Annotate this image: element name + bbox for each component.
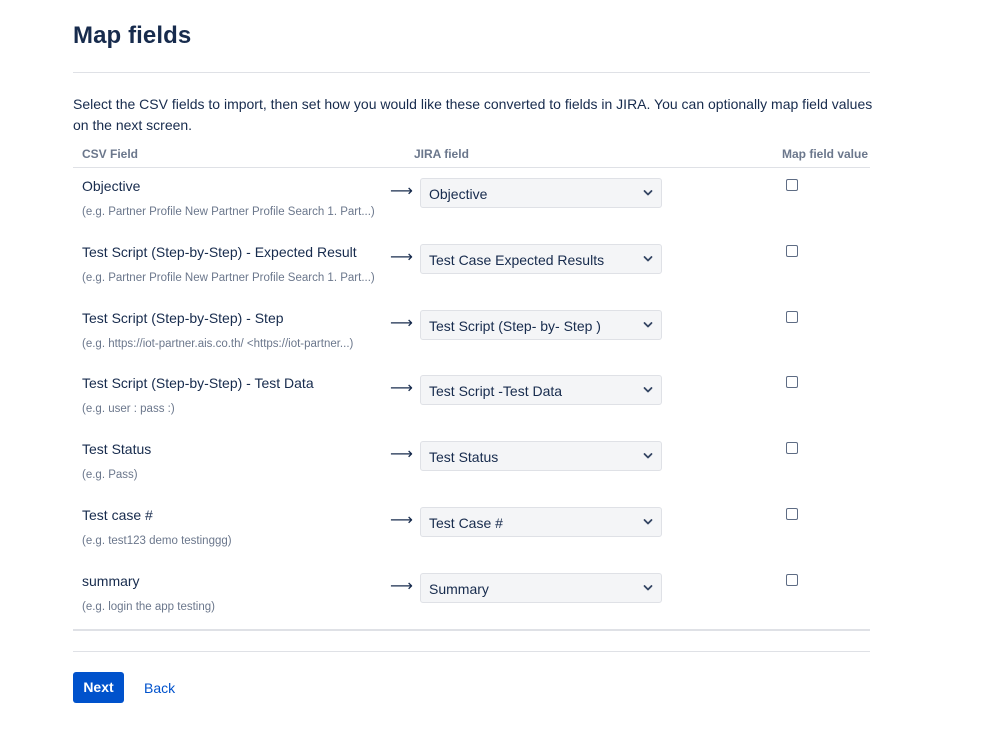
chevron-down-icon [643,190,653,196]
map-field-value-checkbox[interactable] [786,179,798,191]
jira-field-select-value: Test Script -Test Data [429,383,563,399]
csv-field-example: (e.g. https://iot-partner.ais.co.th/ <ht… [82,338,354,350]
jira-field-select-value: Test Status [429,449,499,465]
map-field-value-checkbox[interactable] [786,311,798,323]
title-divider [73,72,870,73]
csv-field-example: (e.g. Pass) [82,469,138,481]
chevron-down-icon [643,387,653,393]
arrow-right-icon: ⟶ [390,380,413,397]
csv-field-name: summary [82,573,140,589]
arrow-right-icon: ⟶ [390,512,413,529]
map-field-value-checkbox[interactable] [786,442,798,454]
page-description: Select the CSV fields to import, then se… [73,96,873,133]
mapping-row: Test Script (Step-by-Step) - Expected Re… [73,234,870,300]
map-field-value-checkbox[interactable] [786,508,798,520]
map-field-value-checkbox[interactable] [786,376,798,388]
chevron-down-icon [643,519,653,525]
mapping-row: Test Script (Step-by-Step) - Step (e.g. h… [73,300,870,366]
csv-field-name: Test case # [82,507,153,523]
chevron-down-icon [643,256,653,262]
jira-field-select-value: Test Case # [429,515,503,531]
next-button[interactable]: Next [73,672,124,703]
column-header-csv-field: CSV Field [82,147,139,161]
actions-divider [73,651,870,652]
jira-field-select[interactable]: Test Script -Test Data [420,375,662,405]
map-field-value-checkbox[interactable] [786,245,798,257]
jira-field-select[interactable]: Summary [420,573,662,603]
back-link[interactable]: Back [144,680,175,696]
jira-field-select[interactable]: Test Script (Step- by- Step ) [420,310,662,340]
csv-field-example: (e.g. test123 demo testinggg) [82,535,232,547]
map-field-value-checkbox[interactable] [786,574,798,586]
arrow-right-icon: ⟶ [390,315,413,332]
csv-field-example: (e.g. Partner Profile New Partner Profil… [82,206,375,218]
csv-field-name: Objective [82,178,141,194]
mapping-row: Test Status (e.g. Pass) ⟶ Test Status [73,431,870,497]
arrow-right-icon: ⟶ [390,446,413,463]
jira-field-select[interactable]: Test Case Expected Results [420,244,662,274]
arrow-right-icon: ⟶ [390,249,413,266]
arrow-right-icon: ⟶ [390,183,413,200]
csv-field-name: Test Status [82,441,152,457]
column-header-map-field-value: Map field value [782,147,869,161]
chevron-down-icon [643,322,653,328]
column-header-jira-field: JIRA field [414,147,469,161]
csv-field-name: Test Script (Step-by-Step) - Expected Re… [82,244,357,260]
csv-field-example: (e.g. user : pass :) [82,403,175,415]
jira-field-select-value: Test Case Expected Results [429,252,605,268]
arrow-right-icon: ⟶ [390,578,413,595]
mapping-row: Test Script (Step-by-Step) - Test Data (e… [73,365,870,431]
table-bottom-divider [73,629,870,631]
mapping-row: Objective (e.g. Partner Profile New Partn… [73,168,870,234]
jira-field-select[interactable]: Test Case # [420,507,662,537]
chevron-down-icon [643,453,653,459]
csv-field-example: (e.g. login the app testing) [82,601,215,613]
jira-field-select-value: Summary [429,581,489,597]
jira-field-select[interactable]: Test Status [420,441,662,471]
jira-field-select-value: Objective [429,186,488,202]
mapping-row: Test case # (e.g. test123 demo testinggg)… [73,497,870,563]
csv-field-example: (e.g. Partner Profile New Partner Profil… [82,272,375,284]
mapping-row: summary (e.g. login the app testing) ⟶ Summ… [73,563,870,629]
chevron-down-icon [643,585,653,591]
csv-field-name: Test Script (Step-by-Step) - Step [82,310,284,326]
csv-field-name: Test Script (Step-by-Step) - Test Data [82,375,314,391]
jira-field-select[interactable]: Objective [420,178,662,208]
jira-field-select-value: Test Script (Step- by- Step ) [429,318,601,334]
page-title: Map fields [73,22,192,49]
